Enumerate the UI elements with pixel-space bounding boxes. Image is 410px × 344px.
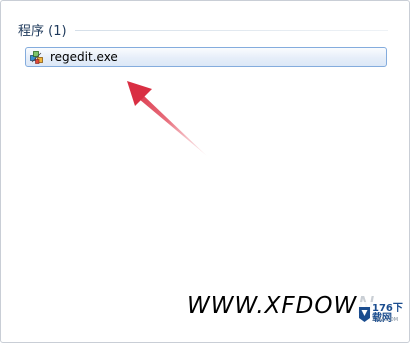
logo-subtext: 1765.COM [372,317,399,323]
start-menu-search-results: 程序 (1) regedit.exe WWW.XFDOWN [0,0,410,343]
logo-mark-icon [358,306,371,323]
site-logo: 176下载网 1765.COM [356,302,408,326]
watermark-text: WWW.XFDOWN [187,293,375,319]
watermark-main: WWW.XFDOW [187,293,358,319]
